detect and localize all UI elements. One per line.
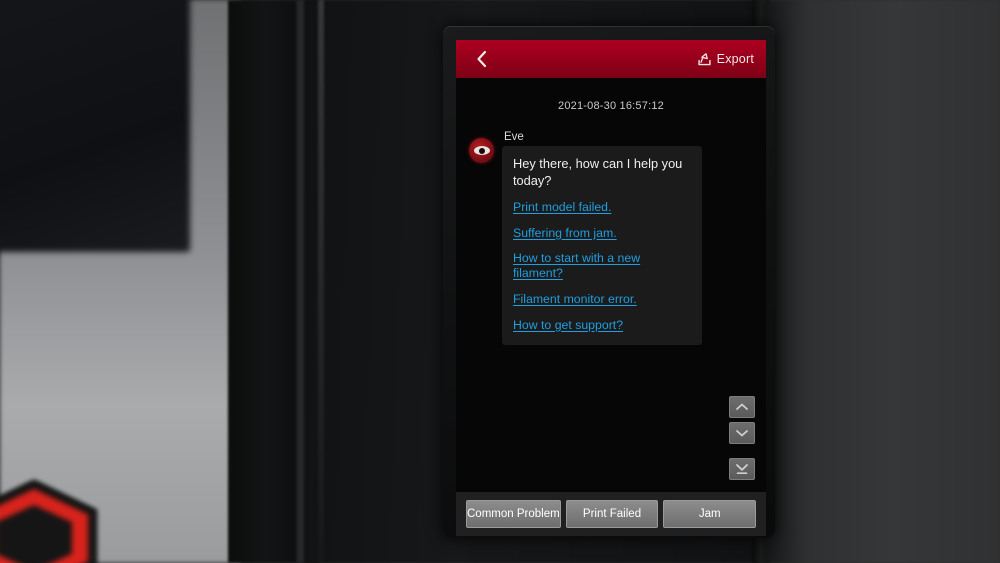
background-printer-frame-seam [296,0,306,563]
background-wall [0,0,240,563]
background-wall-panel [0,0,190,252]
background-right-surface [764,0,1000,563]
touchscreen-display: Export 2021-08-30 16:57:12 Eve Hey there… [456,40,766,536]
chat-message: Eve Hey there, how can I help you today?… [456,112,766,346]
app-header: Export [456,40,766,78]
eve-assistant-avatar-icon [469,138,494,163]
chat-area: 2021-08-30 16:57:12 Eve Hey there, how c… [456,78,766,492]
message-sender-name: Eve [504,131,524,143]
message-column: Eve Hey there, how can I help you today?… [502,131,702,346]
scroll-down-button[interactable] [729,422,755,444]
suggestion-link-filament-monitor-error[interactable]: Filament monitor error. [513,292,691,307]
screenshot-scene: Export 2021-08-30 16:57:12 Eve Hey there… [0,0,1000,563]
message-greeting-text: Hey there, how can I help you today? [513,156,683,188]
suggestion-link-print-model-failed[interactable]: Print model failed. [513,200,691,215]
quick-action-bar: Common Problem Print Failed Jam [456,492,766,536]
background-printer-body-highlight [318,0,324,563]
chevron-up-icon [736,403,748,410]
suggestion-link-new-filament[interactable]: How to start with a new filament? [513,251,691,281]
scroll-up-button[interactable] [729,396,755,418]
scroll-controls [729,396,755,480]
export-share-icon [698,52,711,65]
avatar-eye-shape [473,146,490,155]
suggestion-link-get-support[interactable]: How to get support? [513,318,691,333]
export-label: Export [716,52,754,66]
jam-button[interactable]: Jam [663,500,757,528]
conversation-timestamp: 2021-08-30 16:57:12 [558,100,664,112]
message-bubble: Hey there, how can I help you today? Pri… [502,146,702,346]
chevron-down-bar-icon [736,463,748,474]
background-brand-badge [0,479,98,563]
scroll-to-bottom-button[interactable] [729,458,755,480]
suggestion-link-suffering-from-jam[interactable]: Suffering from jam. [513,226,691,241]
back-button[interactable] [470,46,492,72]
export-button[interactable]: Export [697,52,754,67]
print-failed-button[interactable]: Print Failed [565,500,659,528]
chevron-down-icon [736,430,748,437]
chevron-left-icon [476,50,486,68]
common-problem-button[interactable]: Common Problem [466,500,561,528]
